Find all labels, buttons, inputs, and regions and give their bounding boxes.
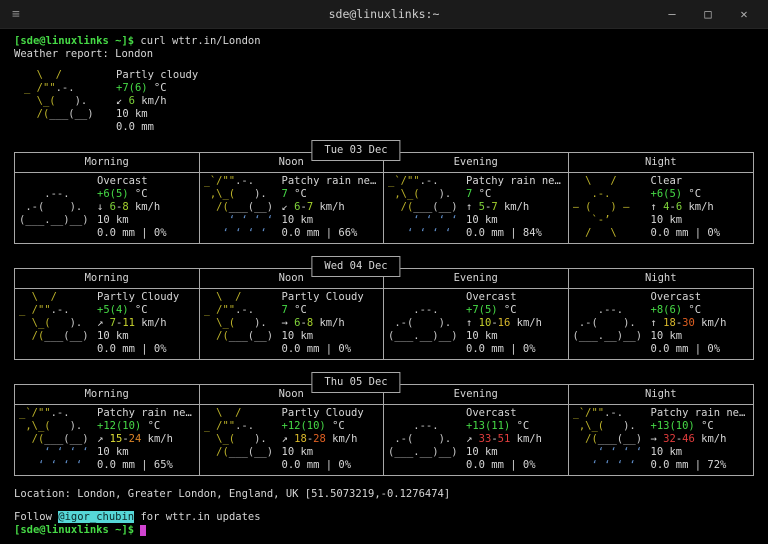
forecast-table-thu-05-dec: Thu 05 Dec Morning Noon Evening Night _`/"".-… — [14, 372, 754, 476]
forecast-table-tue-03-dec: Tue 03 Dec Morning Noon Evening Night .--. .… — [14, 140, 754, 244]
weather-art-partlycloudy: \ / _ /"".-. \_( ). /(___(__) — [19, 291, 89, 342]
date-label: Wed 04 Dec — [311, 256, 401, 277]
weather-details: Patchy rain ne… +12(10) °C ↗ 15-24 km/h … — [97, 407, 192, 471]
terminal-content: [sde@linuxlinks ~]$ curl wttr.in/London … — [0, 29, 768, 544]
forecast-cell-evening: _`/"".-. ,\_( ). /(___(__) ‘ ‘ ‘ ‘ ‘ ‘ ‘… — [384, 173, 569, 243]
weather-art-clearnight: \ / .-. ― ( ) ― `-’ / \ — [572, 175, 630, 239]
prompt-line: [sde@linuxlinks ~]$ — [14, 524, 768, 537]
forecast-cell-morning: .--. .-( ). (___.__)__) Overcast +6(5) °… — [15, 173, 200, 243]
forecast-table-wed-04-dec: Wed 04 Dec Morning Noon Evening Night \ / _ … — [14, 256, 754, 360]
column-header-morning: Morning — [15, 269, 200, 288]
weather-art-patchyrain: _`/"".-. ,\_( ). /(___(__) ‘ ‘ ‘ ‘ ‘ ‘ ‘… — [203, 175, 274, 239]
menu-icon[interactable]: ≡ — [12, 7, 20, 22]
forecast-cell-evening: .--. .-( ). (___.__)__) Overcast +7(5) °… — [384, 289, 569, 359]
forecast-tables: Tue 03 Dec Morning Noon Evening Night .--. .… — [14, 140, 768, 476]
shell-prompt: [sde@linuxlinks ~]$ — [14, 35, 135, 47]
weather-details: Overcast +13(11) °C ↗ 33-51 km/h 10 km 0… — [466, 407, 542, 471]
follow-prefix: Follow — [14, 511, 59, 523]
weather-details: Patchy rain ne… +13(10) °C → 32-46 km/h … — [650, 407, 746, 471]
column-header-night: Night — [644, 156, 677, 168]
titlebar: ≡ sde@linuxlinks:~ – □ ✕ — [0, 0, 768, 29]
weather-art-patchyrain: _`/"".-. ,\_( ). /(___(__) ‘ ‘ ‘ ‘ ‘ ‘ ‘… — [19, 407, 89, 471]
date-label: Tue 03 Dec — [311, 140, 401, 161]
weather-art-partlycloudy: \ / _ /"".-. \_( ). /(___(__) — [203, 407, 274, 458]
forecast-cell-noon: \ / _ /"".-. \_( ). /(___(__) Partly Clo… — [200, 289, 384, 359]
weather-art-overcast: .--. .-( ). (___.__)__) — [19, 188, 89, 226]
forecast-cell-night: .--. .-( ). (___.__)__) Overcast +8(6) °… — [569, 289, 754, 359]
weather-details: Patchy rain ne… 7 °C ↑ 5-7 km/h 10 km 0.… — [466, 175, 561, 239]
weather-details: Overcast +7(5) °C ↑ 10-16 km/h 10 km 0.0… — [466, 291, 542, 355]
table-body-row: \ / _ /"".-. \_( ). /(___(__) Partly Clo… — [15, 289, 753, 359]
weather-art-patchyrain: _`/"".-. ,\_( ). /(___(__) ‘ ‘ ‘ ‘ ‘ ‘ ‘… — [388, 175, 458, 239]
current-conditions: \ / _ /"".-. \_( ). /(___(__) Partly clo… — [24, 69, 768, 134]
column-header-evening: Evening — [384, 153, 569, 172]
terminal-cursor — [140, 525, 147, 536]
follow-handle-link[interactable]: @igor_chubin — [58, 511, 135, 523]
terminal-window: ≡ sde@linuxlinks:~ – □ ✕ [sde@linuxlinks… — [0, 0, 768, 544]
column-header-evening: Evening — [384, 269, 569, 288]
weather-art-patchyrain: _`/"".-. ,\_( ). /(___(__) ‘ ‘ ‘ ‘ ‘ ‘ ‘… — [572, 407, 643, 471]
column-header-night: Night — [644, 272, 677, 284]
table-body-row: .--. .-( ). (___.__)__) Overcast +6(5) °… — [15, 173, 753, 243]
forecast-cell-night: _`/"".-. ,\_( ). /(___(__) ‘ ‘ ‘ ‘ ‘ ‘ ‘… — [569, 405, 754, 475]
forecast-cell-night: \ / .-. ― ( ) ― `-’ / \ Clear +6(5) °C ↑… — [569, 173, 754, 243]
follow-suffix: for wttr.in updates — [134, 511, 261, 523]
weather-art-overcast: .--. .-( ). (___.__)__) — [388, 304, 458, 342]
column-header-night: Night — [644, 388, 677, 400]
weather-art-partlycloudy: \ / _ /"".-. \_( ). /(___(__) — [24, 69, 94, 120]
weather-details: Overcast +8(6) °C ↑ 18-30 km/h 10 km 0.0… — [650, 291, 727, 355]
weather-details: Partly Cloudy +12(10) °C ↗ 18-28 km/h 10… — [281, 407, 364, 471]
forecast-cell-noon: \ / _ /"".-. \_( ). /(___(__) Partly Clo… — [200, 405, 384, 475]
column-header-morning: Morning — [15, 385, 200, 404]
weather-details: Overcast +6(5) °C ↓ 6-8 km/h 10 km 0.0 m… — [97, 175, 167, 239]
forecast-cell-noon: _`/"".-. ,\_( ). /(___(__) ‘ ‘ ‘ ‘ ‘ ‘ ‘… — [200, 173, 384, 243]
date-label: Thu 05 Dec — [311, 372, 401, 393]
minimize-button[interactable]: – — [654, 7, 690, 21]
forecast-cell-morning: _`/"".-. ,\_( ). /(___(__) ‘ ‘ ‘ ‘ ‘ ‘ ‘… — [15, 405, 200, 475]
shell-prompt-bottom: [sde@linuxlinks ~]$ — [14, 524, 135, 536]
weather-art-partlycloudy: \ / _ /"".-. \_( ). /(___(__) — [203, 291, 274, 342]
weather-details: Clear +6(5) °C ↑ 4-6 km/h 10 km 0.0 mm |… — [650, 175, 721, 239]
weather-details: Partly cloudy +7(6) °C ↙ 6 km/h 10 km 0.… — [116, 69, 199, 133]
table-body-row: _`/"".-. ,\_( ). /(___(__) ‘ ‘ ‘ ‘ ‘ ‘ ‘… — [15, 405, 753, 475]
weather-art-overcast: .--. .-( ). (___.__)__) — [388, 420, 458, 458]
forecast-cell-morning: \ / _ /"".-. \_( ). /(___(__) Partly Clo… — [15, 289, 200, 359]
weather-details: Patchy rain ne… 7 °C ↙ 6-7 km/h 10 km 0.… — [281, 175, 377, 239]
command-line: [sde@linuxlinks ~]$ curl wttr.in/London — [14, 35, 768, 48]
forecast-cell-evening: .--. .-( ). (___.__)__) Overcast +13(11)… — [384, 405, 569, 475]
column-header-morning: Morning — [15, 153, 200, 172]
window-controls: – □ ✕ — [654, 7, 762, 21]
maximize-button[interactable]: □ — [690, 7, 726, 21]
shell-command: curl wttr.in/London — [134, 35, 261, 47]
weather-report-title: Weather report: London — [14, 48, 154, 60]
weather-details: Partly Cloudy 7 °C → 6-8 km/h 10 km 0.0 … — [281, 291, 364, 355]
close-button[interactable]: ✕ — [726, 7, 762, 21]
follow-line: Follow @igor_chubin for wttr.in updates — [14, 511, 768, 524]
window-title: sde@linuxlinks:~ — [328, 7, 440, 21]
column-header-evening: Evening — [384, 385, 569, 404]
weather-art-overcast: .--. .-( ). (___.__)__) — [572, 304, 643, 342]
location-line: Location: London, Greater London, Englan… — [14, 488, 451, 500]
weather-details: Partly Cloudy +5(4) °C ↗ 7-11 km/h 10 km… — [97, 291, 180, 355]
